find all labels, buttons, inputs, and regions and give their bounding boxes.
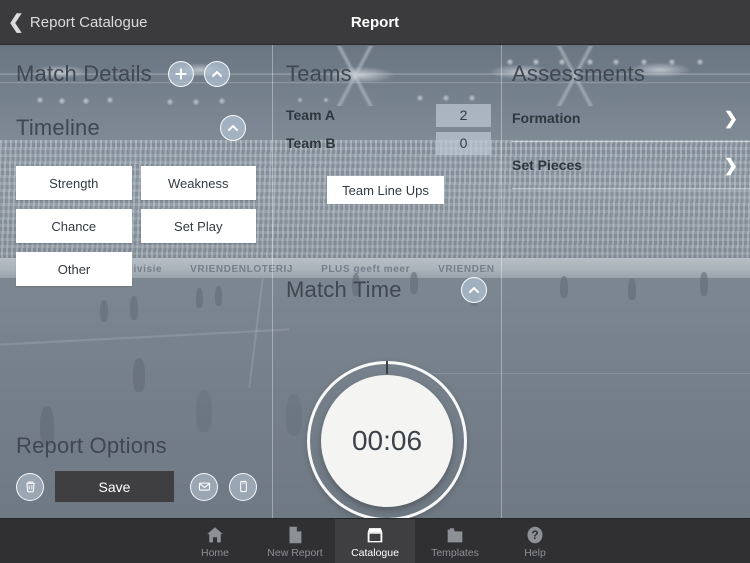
app-screen: eredivisie VRIENDENLOTERIJ PLUS geeft me… bbox=[0, 0, 750, 563]
home-icon bbox=[207, 526, 223, 542]
match-time-collapse-button[interactable] bbox=[461, 277, 487, 303]
right-column: Assessments Formation ❯ Set Pieces ❯ bbox=[502, 45, 750, 518]
timeline-header: Timeline bbox=[16, 115, 246, 141]
timer-value: 00:06 bbox=[321, 375, 453, 507]
team-row-b: Team B 0 bbox=[286, 131, 491, 155]
team-line-ups-button[interactable]: Team Line Ups bbox=[327, 176, 444, 204]
timeline-button-row: Strength Weakness bbox=[16, 166, 256, 200]
question-mark-icon: ? bbox=[527, 526, 543, 543]
team-a-label: Team A bbox=[286, 107, 336, 123]
chevron-right-icon: ❯ bbox=[723, 108, 738, 128]
timeline-button-chance[interactable]: Chance bbox=[16, 209, 132, 243]
timeline-event-buttons: Strength Weakness Chance Set Play Other bbox=[16, 166, 256, 295]
assessment-row-set-pieces[interactable]: Set Pieces ❯ bbox=[512, 142, 750, 188]
archive-box-icon bbox=[367, 527, 383, 542]
chevron-up-icon bbox=[211, 71, 222, 77]
team-row-a: Team A 2 bbox=[286, 103, 491, 127]
bottom-tab-bar: Home New Report Catalogue Templates ? He… bbox=[0, 518, 750, 563]
match-time-title: Match Time bbox=[286, 277, 402, 302]
report-options-actions: Save bbox=[16, 471, 266, 502]
match-details-collapse-button[interactable] bbox=[203, 61, 230, 87]
team-b-score[interactable]: 0 bbox=[436, 131, 491, 155]
report-share-actions bbox=[190, 472, 257, 501]
assessments-list: Formation ❯ Set Pieces ❯ bbox=[512, 95, 750, 189]
tab-help[interactable]: ? Help bbox=[495, 519, 575, 563]
list-divider bbox=[512, 188, 750, 189]
timeline-button-row: Chance Set Play bbox=[16, 209, 256, 243]
timeline-button-weakness[interactable]: Weakness bbox=[140, 166, 256, 200]
match-details-header: Match Details bbox=[16, 61, 230, 87]
tab-help-label: Help bbox=[524, 546, 546, 559]
back-button-label: Report Catalogue bbox=[29, 13, 148, 31]
timeline-title: Timeline bbox=[16, 115, 100, 140]
tab-new-report-label: New Report bbox=[267, 546, 323, 559]
trash-icon bbox=[25, 481, 35, 493]
timeline-button-row: Other bbox=[16, 252, 256, 286]
match-details-title: Match Details bbox=[16, 61, 152, 86]
tab-home-label: Home bbox=[200, 546, 229, 559]
delete-report-button[interactable] bbox=[16, 472, 44, 501]
email-report-button[interactable] bbox=[190, 472, 218, 501]
match-details-add-button[interactable] bbox=[167, 61, 194, 87]
match-timer[interactable]: 00:06 bbox=[307, 361, 467, 521]
middle-column: Teams Team A 2 Team B 0 Team Line Ups Ma… bbox=[273, 45, 501, 547]
report-options-section: Report Options Save bbox=[16, 433, 266, 502]
timeline-collapse-button[interactable] bbox=[220, 115, 246, 141]
chevron-right-icon: ❯ bbox=[723, 155, 738, 175]
navigation-bar: ❮ Report Catalogue Report bbox=[0, 0, 750, 45]
save-button[interactable]: Save bbox=[55, 471, 174, 502]
timeline-button-other[interactable]: Other bbox=[16, 252, 132, 286]
tab-catalogue-label: Catalogue bbox=[351, 546, 399, 559]
tab-templates[interactable]: Templates bbox=[415, 519, 495, 563]
tab-templates-label: Templates bbox=[431, 546, 479, 559]
tab-catalogue[interactable]: Catalogue bbox=[335, 519, 415, 563]
folder-icon bbox=[447, 527, 463, 542]
main-content: Match Details Timeline Strength Weakness… bbox=[0, 45, 750, 547]
envelope-icon bbox=[198, 482, 210, 491]
match-time-header: Match Time bbox=[286, 277, 487, 303]
plus-icon bbox=[175, 68, 187, 80]
assessment-row-formation[interactable]: Formation ❯ bbox=[512, 95, 750, 141]
assessment-set-pieces-label: Set Pieces bbox=[512, 157, 583, 173]
chevron-up-icon bbox=[228, 125, 238, 131]
document-icon bbox=[289, 526, 302, 543]
team-a-score[interactable]: 2 bbox=[436, 103, 491, 127]
tab-new-report[interactable]: New Report bbox=[255, 519, 335, 563]
timeline-button-strength[interactable]: Strength bbox=[16, 166, 132, 200]
left-column: Match Details Timeline Strength Weakness… bbox=[0, 45, 272, 518]
chevron-up-icon bbox=[469, 287, 479, 293]
chevron-left-icon: ❮ bbox=[8, 11, 24, 33]
export-report-button[interactable] bbox=[229, 472, 257, 501]
device-export-icon bbox=[239, 480, 247, 493]
tab-home[interactable]: Home bbox=[175, 519, 255, 563]
svg-text:?: ? bbox=[531, 528, 538, 542]
timeline-button-set-play[interactable]: Set Play bbox=[140, 209, 256, 243]
report-options-title: Report Options bbox=[16, 433, 167, 458]
assessments-title: Assessments bbox=[512, 61, 646, 86]
teams-title: Teams bbox=[286, 61, 352, 86]
assessment-formation-label: Formation bbox=[512, 110, 581, 126]
team-b-label: Team B bbox=[286, 135, 336, 151]
back-button[interactable]: ❮ Report Catalogue bbox=[0, 13, 148, 32]
